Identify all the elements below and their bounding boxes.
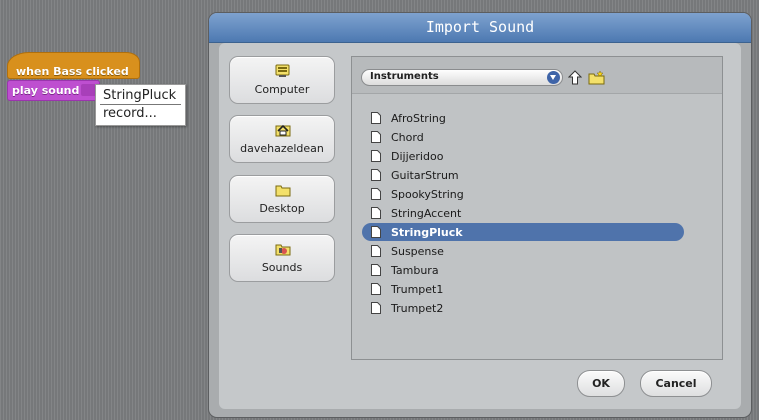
folder-icon <box>275 185 291 197</box>
file-icon <box>371 226 381 238</box>
place-button-desktop[interactable]: Desktop <box>229 175 335 223</box>
file-name: Trumpet2 <box>391 302 444 315</box>
file-icon <box>371 188 381 200</box>
file-icon <box>371 131 381 143</box>
file-row[interactable]: Trumpet2 <box>362 299 684 317</box>
file-name: Trumpet1 <box>391 283 444 296</box>
import-sound-dialog: Import Sound Computer davehazeldean Desk… <box>209 13 751 417</box>
play-sound-block[interactable]: play sound <box>7 80 100 101</box>
place-button-computer[interactable]: Computer <box>229 56 335 104</box>
file-row[interactable]: Trumpet1 <box>362 280 684 298</box>
file-browser-panel: Instruments AfroString Chord Dijjeridoo <box>351 56 723 360</box>
file-row[interactable]: AfroString <box>362 109 684 127</box>
file-row[interactable]: Suspense <box>362 242 684 260</box>
ok-button[interactable]: OK <box>577 370 625 397</box>
file-name: GuitarStrum <box>391 169 459 182</box>
file-row[interactable]: Tambura <box>362 261 684 279</box>
file-icon <box>371 264 381 276</box>
play-sound-label: play sound <box>12 84 80 97</box>
folder-dropdown[interactable]: Instruments <box>361 69 563 86</box>
file-icon <box>371 302 381 314</box>
sound-dropdown-menu: StringPluck record... <box>95 84 186 126</box>
file-icon <box>371 245 381 257</box>
file-icon <box>371 150 381 162</box>
file-name: StringPluck <box>391 226 463 239</box>
place-label-home: davehazeldean <box>240 142 324 155</box>
file-name: Tambura <box>391 264 439 277</box>
file-row[interactable]: Chord <box>362 128 684 146</box>
file-row[interactable]: GuitarStrum <box>362 166 684 184</box>
sounds-folder-icon <box>275 244 291 256</box>
dialog-titlebar[interactable]: Import Sound <box>209 13 751 43</box>
file-toolbar: Instruments <box>352 57 722 94</box>
chevron-down-icon <box>547 71 560 84</box>
folder-dropdown-value: Instruments <box>370 71 439 82</box>
when-clicked-hat-block[interactable]: when Bass clicked <box>7 52 140 79</box>
file-name: Suspense <box>391 245 444 258</box>
file-icon <box>371 169 381 181</box>
place-label-desktop: Desktop <box>259 202 305 215</box>
file-name: StringAccent <box>391 207 462 220</box>
hat-block-label: when Bass clicked <box>16 65 129 78</box>
home-icon <box>275 124 291 137</box>
file-row-selected[interactable]: StringPluck <box>362 223 684 241</box>
file-name: AfroString <box>391 112 446 125</box>
file-icon <box>371 207 381 219</box>
file-name: SpookyString <box>391 188 464 201</box>
dialog-title: Import Sound <box>425 18 535 36</box>
menu-item-record[interactable]: record... <box>103 106 157 121</box>
up-arrow-icon[interactable] <box>568 70 582 85</box>
place-label-computer: Computer <box>254 83 310 96</box>
file-row[interactable]: SpookyString <box>362 185 684 203</box>
file-name: Chord <box>391 131 424 144</box>
file-name: Dijjeridoo <box>391 150 444 163</box>
menu-divider <box>100 104 181 105</box>
place-label-sounds: Sounds <box>261 261 303 274</box>
menu-item-stringpluck[interactable]: StringPluck <box>103 88 176 103</box>
computer-icon <box>275 64 290 77</box>
place-button-home[interactable]: davehazeldean <box>229 115 335 163</box>
new-folder-icon[interactable] <box>588 70 605 85</box>
file-icon <box>371 112 381 124</box>
cancel-button[interactable]: Cancel <box>640 370 712 397</box>
place-button-sounds[interactable]: Sounds <box>229 234 335 282</box>
file-row[interactable]: StringAccent <box>362 204 684 222</box>
file-icon <box>371 283 381 295</box>
file-row[interactable]: Dijjeridoo <box>362 147 684 165</box>
